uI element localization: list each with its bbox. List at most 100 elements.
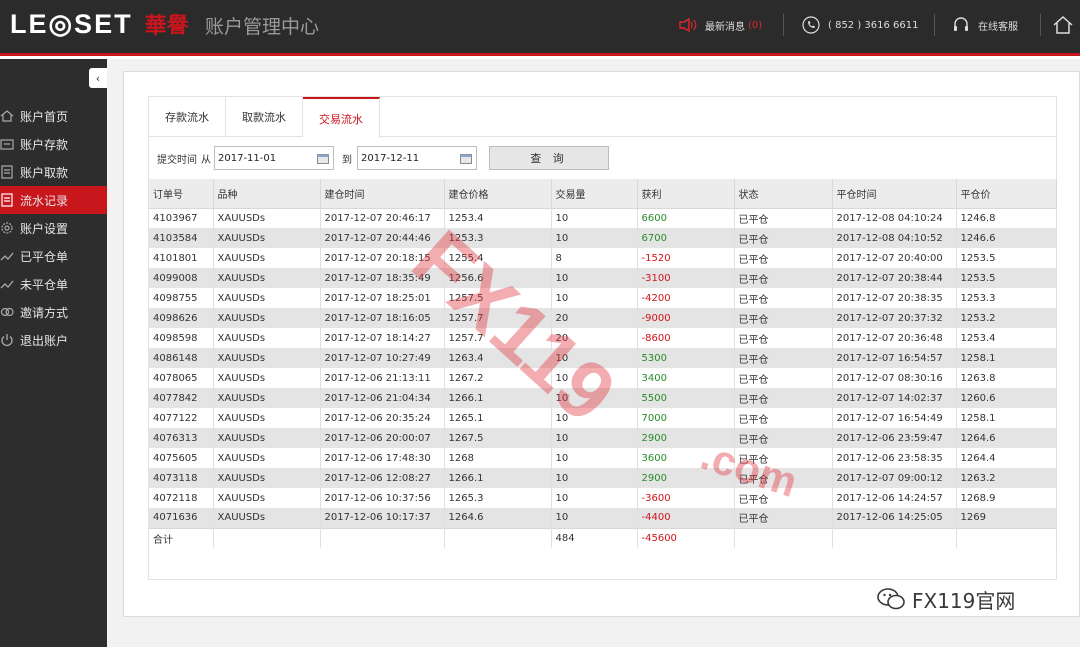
cell-volume: 10 xyxy=(551,468,638,488)
cell-open-price: 1253.3 xyxy=(444,228,552,248)
home-icon xyxy=(0,110,14,122)
cell-close-price: 1253.4 xyxy=(956,328,1057,348)
table-row[interactable]: 4073118 XAUUSDs 2017-12-06 12:08:27 1266.1 1… xyxy=(149,468,1057,488)
gear-icon xyxy=(1,222,13,234)
table-row[interactable]: 4103967 XAUUSDs 2017-12-07 20:46:17 1253.4 1… xyxy=(149,208,1057,228)
to-date-input[interactable]: 2017-12-11 xyxy=(357,146,477,170)
records-panel: 存款流水 取款流水 交易流水 提交时间 从 2017-11-01 到 2017-… xyxy=(148,96,1057,580)
home-icon[interactable] xyxy=(1052,14,1074,36)
cell-profit: -4200 xyxy=(637,288,735,308)
table-row[interactable]: 4077842 XAUUSDs 2017-12-06 21:04:34 1266.1 1… xyxy=(149,388,1057,408)
sidebar-item-settings[interactable]: 账户设置 xyxy=(0,214,107,242)
table-row[interactable]: 4078065 XAUUSDs 2017-12-06 21:13:11 1267.2 1… xyxy=(149,368,1057,388)
cell-open-price: 1266.1 xyxy=(444,388,552,408)
logo[interactable]: LE◎SET 華譽 xyxy=(10,8,189,40)
table-row[interactable]: 4077122 XAUUSDs 2017-12-06 20:35:24 1265.1 1… xyxy=(149,408,1057,428)
table-row[interactable]: 4099008 XAUUSDs 2017-12-07 18:35:49 1256.6 1… xyxy=(149,268,1057,288)
cell-order-id: 4098755 xyxy=(149,288,214,308)
table-row[interactable]: 4098755 XAUUSDs 2017-12-07 18:25:01 1257.5 1… xyxy=(149,288,1057,308)
cell-volume: 10 xyxy=(551,208,638,228)
cell-order-id: 4098626 xyxy=(149,308,214,328)
cell-profit: 5300 xyxy=(637,348,735,368)
total-empty-cell xyxy=(956,527,1057,548)
cell-order-id: 4077842 xyxy=(149,388,214,408)
cell-profit: -8600 xyxy=(637,328,735,348)
tab-withdraw-records[interactable]: 取款流水 xyxy=(226,97,303,137)
table-row[interactable]: 4098598 XAUUSDs 2017-12-07 18:14:27 1257.7 2… xyxy=(149,328,1057,348)
table-row[interactable]: 4075605 XAUUSDs 2017-12-06 17:48:30 1268 10 3… xyxy=(149,448,1057,468)
tab-trade-records[interactable]: 交易流水 xyxy=(303,97,380,138)
column-header-volume[interactable]: 交易量 xyxy=(551,179,638,209)
column-header-status[interactable]: 状态 xyxy=(734,179,833,209)
table-row[interactable]: 4098626 XAUUSDs 2017-12-07 18:16:05 1257.7 2… xyxy=(149,308,1057,328)
query-button[interactable]: 查 询 xyxy=(489,146,609,170)
news-count-badge: (0) xyxy=(748,19,763,31)
table-row[interactable]: 4071636 XAUUSDs 2017-12-06 10:17:37 1264.6 1… xyxy=(149,508,1057,528)
cell-profit: 2900 xyxy=(637,428,735,448)
cell-volume: 10 xyxy=(551,488,638,508)
column-header-order-id[interactable]: 订单号 xyxy=(149,179,214,209)
table-row[interactable]: 4076313 XAUUSDs 2017-12-06 20:00:07 1267.5 1… xyxy=(149,428,1057,448)
table-row[interactable]: 4072118 XAUUSDs 2017-12-06 10:37:56 1265.3 1… xyxy=(149,488,1057,508)
cell-symbol: XAUUSDs xyxy=(213,508,321,528)
speaker-icon xyxy=(679,18,697,32)
cell-status: 已平仓 xyxy=(734,208,833,228)
cell-status: 已平仓 xyxy=(734,428,833,448)
cell-order-id: 4101801 xyxy=(149,248,214,268)
calendar-icon[interactable] xyxy=(460,153,472,164)
logo-cn-text: 華譽 xyxy=(144,14,189,39)
column-header-profit[interactable]: 获利 xyxy=(637,179,735,209)
sidebar-item-home[interactable]: 账户首页 xyxy=(0,102,107,130)
calendar-icon[interactable] xyxy=(317,153,329,164)
cell-order-id: 4073118 xyxy=(149,468,214,488)
cell-profit: -1520 xyxy=(637,248,735,268)
column-header-open-price[interactable]: 建仓价格 xyxy=(444,179,552,209)
column-header-close-time[interactable]: 平仓时间 xyxy=(832,179,957,209)
cell-close-price: 1264.6 xyxy=(956,428,1057,448)
cell-status: 已平仓 xyxy=(734,288,833,308)
cell-close-time: 2017-12-07 20:38:35 xyxy=(832,288,957,308)
total-empty-cell xyxy=(213,527,321,548)
table-row[interactable]: 4086148 XAUUSDs 2017-12-07 10:27:49 1263.4 1… xyxy=(149,348,1057,368)
cell-symbol: XAUUSDs xyxy=(213,468,321,488)
cell-profit: 2900 xyxy=(637,468,735,488)
news-link[interactable]: 最新消息 (0) xyxy=(679,0,762,50)
cell-open-time: 2017-12-06 20:00:07 xyxy=(320,428,445,448)
table-row[interactable]: 4103584 XAUUSDs 2017-12-07 20:44:46 1253.3 1… xyxy=(149,228,1057,248)
sidebar-item-open-orders[interactable]: 未平仓单 xyxy=(0,270,107,298)
cell-order-id: 4086148 xyxy=(149,348,214,368)
filter-time-label: 提交时间 xyxy=(157,154,197,166)
cell-close-time: 2017-12-07 20:37:32 xyxy=(832,308,957,328)
invite-icon xyxy=(0,307,14,317)
headset-icon xyxy=(954,17,968,31)
sidebar-collapse-button[interactable]: ‹ xyxy=(89,68,107,88)
cell-close-price: 1263.8 xyxy=(956,368,1057,388)
column-header-close-price[interactable]: 平仓价 xyxy=(956,179,1057,209)
open-orders-icon xyxy=(0,280,14,289)
cell-close-price: 1253.5 xyxy=(956,248,1057,268)
cell-open-time: 2017-12-07 18:35:49 xyxy=(320,268,445,288)
sidebar-item-records[interactable]: 流水记录 xyxy=(0,186,107,214)
header-divider xyxy=(934,14,935,36)
column-header-symbol[interactable]: 品种 xyxy=(213,179,321,209)
sidebar-item-withdraw[interactable]: 账户取款 xyxy=(0,158,107,186)
cell-profit: 5500 xyxy=(637,388,735,408)
sidebar-item-deposit[interactable]: 账户存款 xyxy=(0,130,107,158)
cell-open-time: 2017-12-07 10:27:49 xyxy=(320,348,445,368)
from-date-input[interactable]: 2017-11-01 xyxy=(214,146,334,170)
deposit-icon xyxy=(0,139,14,150)
wechat-label: FX119官网 xyxy=(912,588,1016,613)
online-service-link[interactable]: 在线客服 xyxy=(952,0,1018,50)
cell-close-price: 1253.5 xyxy=(956,268,1057,288)
phone-info: ( 852 ) 3616 6611 xyxy=(802,0,919,50)
sidebar-item-invite[interactable]: 邀请方式 xyxy=(0,298,107,326)
sidebar-item-logout[interactable]: 退出账户 xyxy=(0,326,107,354)
sidebar-item-closed-orders[interactable]: 已平仓单 xyxy=(0,242,107,270)
tab-deposit-records[interactable]: 存款流水 xyxy=(149,97,226,137)
cell-status: 已平仓 xyxy=(734,488,833,508)
column-header-open-time[interactable]: 建仓时间 xyxy=(320,179,445,209)
filter-to-label: 到 xyxy=(342,154,352,166)
cell-open-time: 2017-12-06 21:04:34 xyxy=(320,388,445,408)
cell-close-price: 1268.9 xyxy=(956,488,1057,508)
table-row[interactable]: 4101801 XAUUSDs 2017-12-07 20:18:15 1255.4 8… xyxy=(149,248,1057,268)
